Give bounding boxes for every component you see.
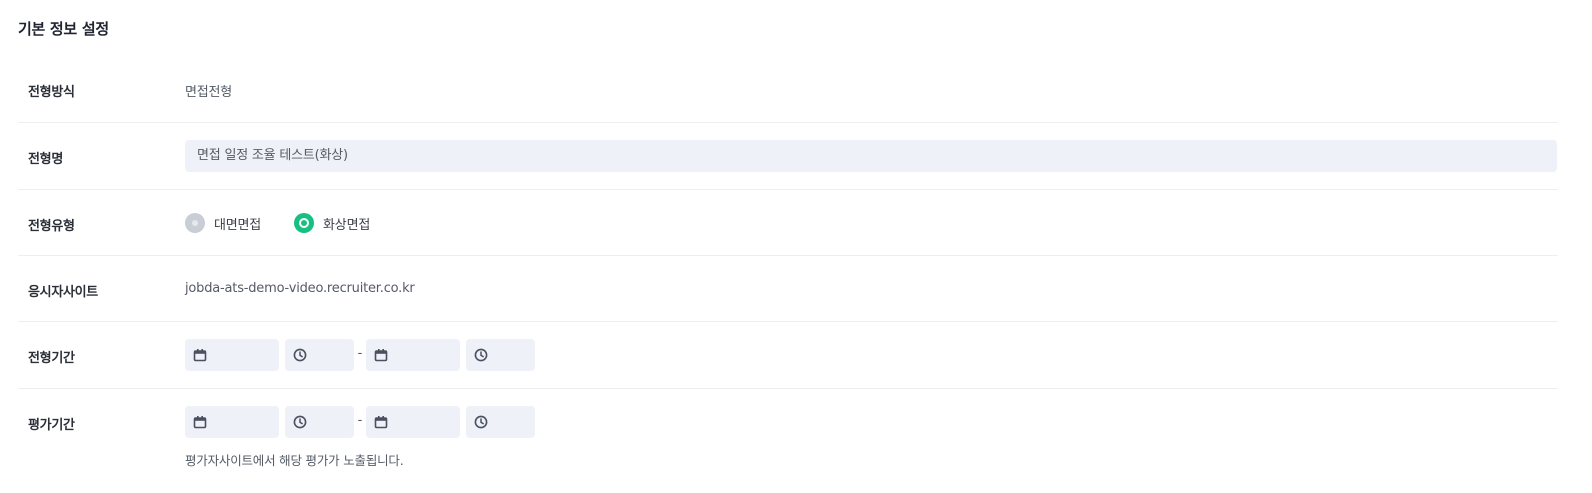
row-method: 전형방식 면접전형 [18,56,1558,123]
period-range: - [185,339,535,371]
type-label: 전형유형 [28,219,75,234]
clock-icon [474,348,488,362]
period-label: 전형기간 [28,351,75,366]
row-site: 응시자사이트 jobda-ats-demo-video.recruiter.co… [18,256,1558,322]
row-type: 전형유형 대면면접 화상면접 [18,190,1558,256]
eval-period-label: 평가기간 [28,418,75,433]
period-end-date[interactable] [366,339,460,371]
range-separator: - [357,345,363,361]
radio-in-person[interactable]: 대면면접 [185,213,261,233]
site-label: 응시자사이트 [28,285,98,300]
basic-info-settings: 기본 정보 설정 전형방식 면접전형 전형명 면접 일정 조율 테스트(화상) … [0,0,1592,493]
clock-icon [293,348,307,362]
type-radio-group: 대면면접 화상면접 [185,213,403,233]
method-value: 면접전형 [185,85,233,100]
method-label: 전형방식 [28,85,75,100]
row-period: 전형기간 - [18,322,1558,389]
name-input[interactable]: 면접 일정 조율 테스트(화상) [185,140,1557,172]
radio-unselected-icon [185,213,205,233]
period-start-date[interactable] [185,339,279,371]
calendar-icon [193,348,207,362]
range-separator: - [357,412,363,428]
calendar-icon [374,348,388,362]
radio-video[interactable]: 화상면접 [294,213,370,233]
site-url: jobda-ats-demo-video.recruiter.co.kr [185,281,415,296]
eval-end-time[interactable] [466,406,535,438]
eval-period-range: - [185,406,535,438]
calendar-icon [193,415,207,429]
eval-start-time[interactable] [285,406,354,438]
eval-end-date[interactable] [366,406,460,438]
eval-start-date[interactable] [185,406,279,438]
period-start-time[interactable] [285,339,354,371]
clock-icon [293,415,307,429]
radio-video-label: 화상면접 [323,217,371,233]
calendar-icon [374,415,388,429]
name-label: 전형명 [28,152,63,167]
eval-helper-text: 평가자사이트에서 해당 평가가 노출됩니다. [185,453,404,468]
period-end-time[interactable] [466,339,535,371]
radio-selected-icon [294,213,315,233]
section-title: 기본 정보 설정 [18,20,109,38]
clock-icon [474,415,488,429]
row-name: 전형명 면접 일정 조율 테스트(화상) [18,123,1558,190]
row-eval-period: 평가기간 - 평가자사이트에서 해당 평가가 노출됩니다. [18,389,1558,489]
radio-in-person-label: 대면면접 [214,217,262,233]
